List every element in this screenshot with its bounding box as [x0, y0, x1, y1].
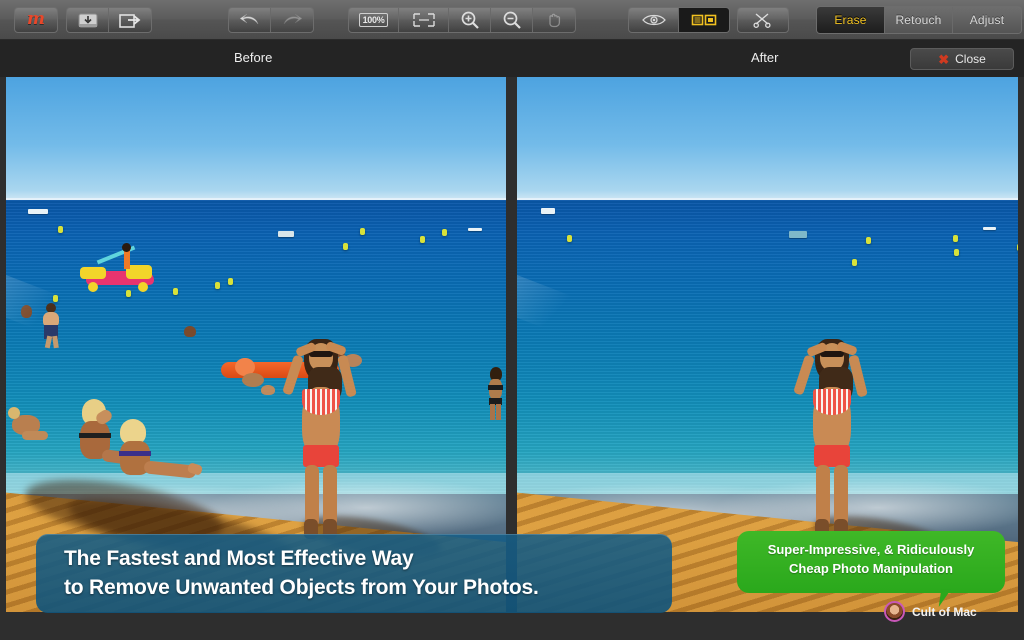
preview-toggle-button[interactable]	[629, 7, 679, 32]
bikini-bottom	[303, 445, 339, 467]
import-button[interactable]	[67, 7, 109, 32]
fit-screen-icon	[412, 12, 435, 27]
mode-button-erase[interactable]: Erase	[817, 6, 885, 33]
toolbar-group-history	[228, 6, 314, 33]
undo-arrow-icon	[239, 13, 258, 24]
toolbar-group-view	[628, 6, 730, 33]
pane-label-bar: Before After	[0, 40, 1024, 77]
zoom-100-button[interactable]: 100%	[349, 7, 399, 32]
before-label: Before	[234, 50, 273, 65]
undo-button[interactable]	[229, 7, 271, 32]
import-folder-icon	[78, 13, 97, 27]
eye-preview-icon	[641, 14, 666, 25]
bikini-top	[813, 389, 851, 415]
close-x-icon: ✖	[938, 51, 950, 67]
after-label: After	[751, 50, 779, 65]
avatar	[884, 601, 905, 622]
headline-line-2: to Remove Unwanted Objects from Your Pho…	[64, 576, 539, 599]
quote-bubble: Super-Impressive, & Ridiculously Cheap P…	[737, 531, 1005, 593]
zoom-in-button[interactable]	[449, 7, 491, 32]
leg-right	[834, 465, 848, 527]
quote-line-1: Super-Impressive, & Ridiculously	[767, 542, 975, 557]
export-share-icon	[119, 13, 141, 28]
bikini-top	[302, 389, 340, 415]
export-button[interactable]	[109, 7, 151, 32]
leg-right	[323, 465, 337, 527]
close-button[interactable]: ✖ Close	[910, 48, 1014, 70]
app-window: m 100% Erase Retouch Adjust Before After…	[0, 0, 1024, 640]
before-image-pane[interactable]	[6, 77, 506, 612]
quote-line-2: Cheap Photo Manipulation	[789, 561, 953, 576]
leg-left	[305, 465, 319, 527]
headline-line-1: The Fastest and Most Effective Way	[64, 547, 414, 570]
redo-arrow-icon	[283, 13, 303, 24]
sunglasses	[309, 351, 333, 357]
mode-button-retouch[interactable]: Retouch	[885, 6, 953, 33]
headline-banner: The Fastest and Most Effective Way to Re…	[36, 534, 672, 613]
crop-button[interactable]	[738, 7, 788, 32]
subject-woman	[278, 335, 444, 566]
sunglasses	[820, 351, 844, 357]
zoom-in-icon	[461, 11, 479, 29]
scissors-crop-icon	[753, 12, 771, 28]
pan-button[interactable]	[533, 7, 575, 32]
zoom-out-icon	[503, 11, 521, 29]
sunbather-left	[8, 405, 52, 451]
app-logo-icon: m	[27, 9, 45, 29]
zoom-level-label: 100%	[358, 12, 389, 27]
arm-left	[282, 354, 304, 396]
attribution-badge: Cult of Mac	[884, 601, 977, 622]
app-logo-button[interactable]: m	[15, 7, 57, 32]
subject-woman	[789, 335, 955, 566]
hand-pan-icon	[549, 13, 561, 27]
arm-left	[793, 354, 815, 396]
bikini-bottom	[814, 445, 850, 467]
toolbar-group-logo: m	[14, 6, 58, 33]
redo-button[interactable]	[271, 7, 313, 32]
mode-button-adjust[interactable]: Adjust	[953, 6, 1021, 33]
toolbar-group-file	[66, 6, 152, 33]
toolbar-group-zoom: 100%	[348, 6, 576, 33]
close-button-label: Close	[955, 52, 986, 66]
leg-left	[816, 465, 830, 527]
attribution-name: Cult of Mac	[912, 604, 977, 619]
mode-switcher: Erase Retouch Adjust	[816, 5, 1022, 34]
fit-to-screen-button[interactable]	[399, 7, 449, 32]
toolbar-group-tools	[737, 6, 789, 33]
sunbather-right	[110, 419, 204, 481]
split-view-button[interactable]	[679, 7, 729, 32]
split-view-icon	[691, 14, 717, 25]
zoom-out-button[interactable]	[491, 7, 533, 32]
main-toolbar: m 100% Erase Retouch Adjust	[0, 0, 1024, 40]
